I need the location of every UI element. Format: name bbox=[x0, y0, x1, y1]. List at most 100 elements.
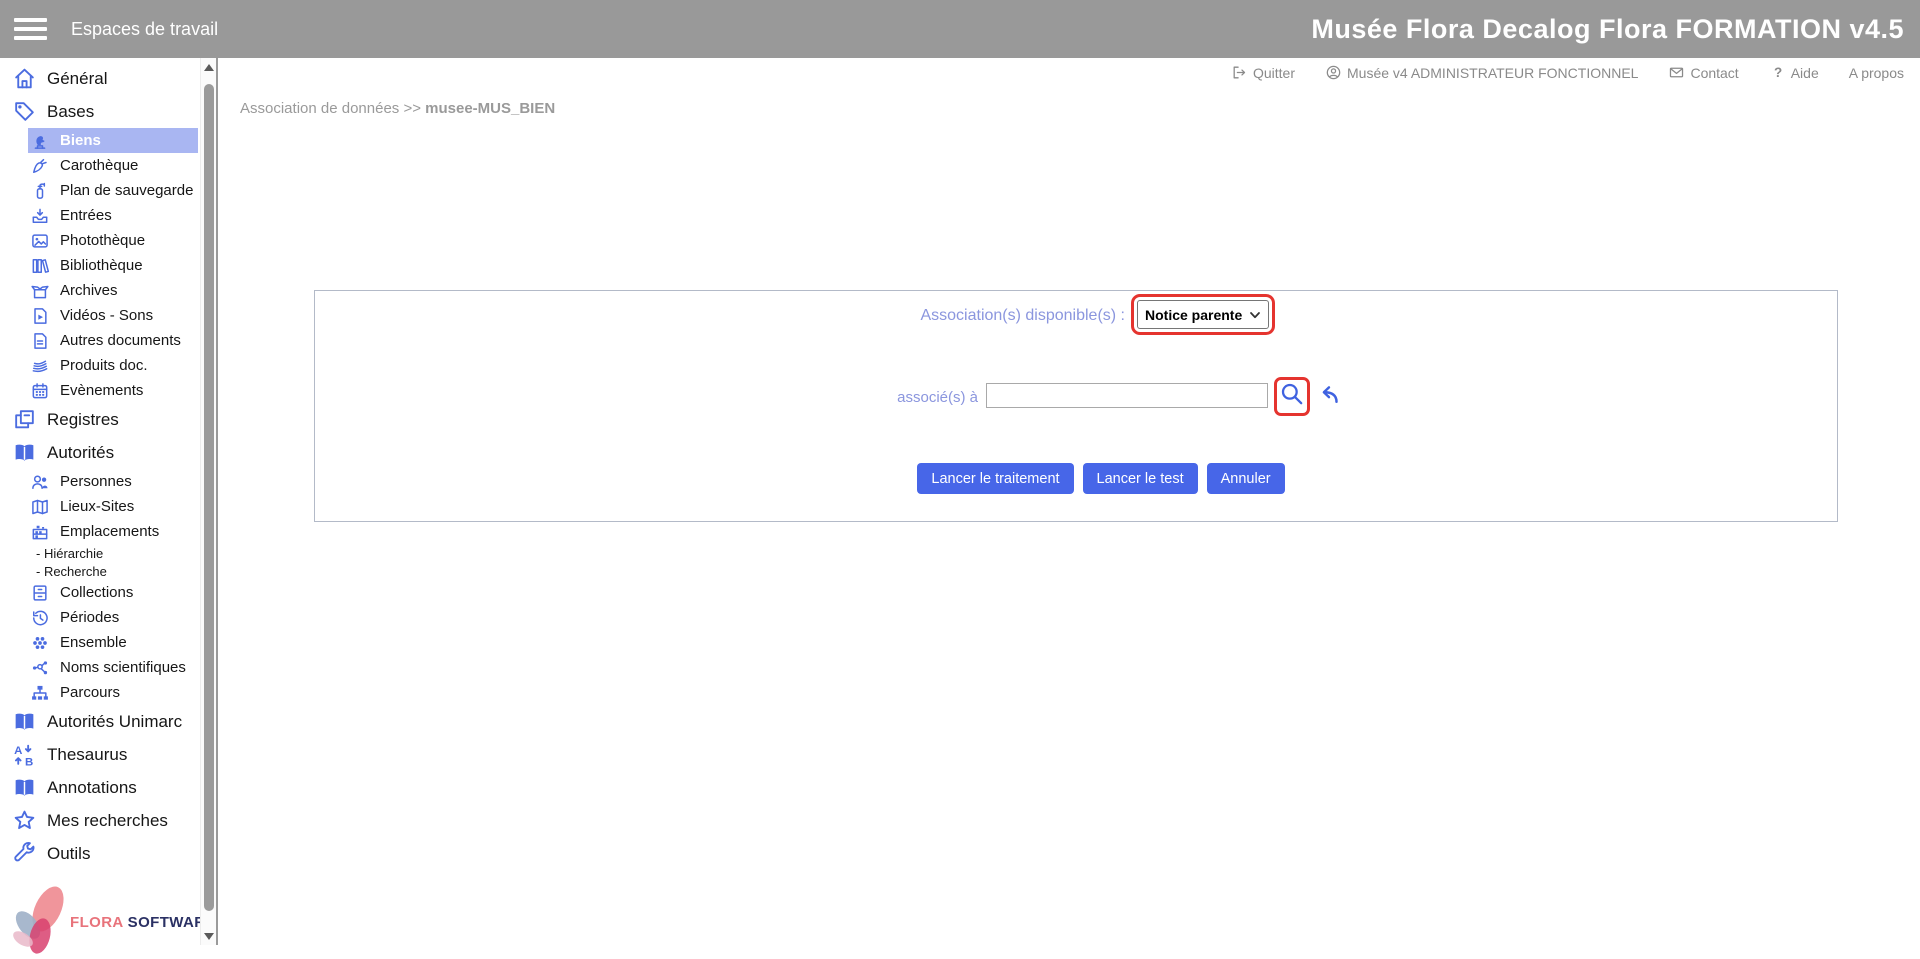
user-icon bbox=[1325, 64, 1342, 81]
form-actions: Lancer le traitement Lancer le test Annu… bbox=[340, 463, 1862, 494]
sidebar-item-label: Bases bbox=[47, 102, 94, 122]
search-icon[interactable] bbox=[1279, 381, 1305, 407]
sidebar-item-thesaurus[interactable]: AB Thesaurus bbox=[0, 738, 198, 771]
open-book-icon bbox=[12, 775, 37, 800]
calendar-icon bbox=[30, 381, 50, 401]
toolbar-link-mus-e-v4-administrateur-fonctionnel[interactable]: Musée v4 ADMINISTRATEUR FONCTIONNEL bbox=[1325, 64, 1638, 81]
toolbar-link-a-propos[interactable]: A propos bbox=[1849, 65, 1904, 81]
sidebar-item-caroth-que[interactable]: Carothèque bbox=[0, 153, 198, 178]
toolbar-link-contact[interactable]: Contact bbox=[1668, 64, 1738, 81]
sidebar-item-biblioth-que[interactable]: Bibliothèque bbox=[0, 253, 198, 278]
toolbar-link-quitter[interactable]: Quitter bbox=[1231, 64, 1295, 81]
video-icon bbox=[30, 306, 50, 326]
sidebar-item-p-riodes[interactable]: Périodes bbox=[0, 605, 198, 630]
sidebar-item-hi-rarchie[interactable]: - Hiérarchie bbox=[0, 544, 198, 562]
sculpture-icon bbox=[30, 131, 50, 151]
sidebar-item-biens[interactable]: Biens bbox=[28, 128, 198, 153]
sidebar-item-label: Parcours bbox=[60, 684, 120, 701]
sidebar-item-label: Collections bbox=[60, 584, 133, 601]
toolbar-link-label: Quitter bbox=[1253, 65, 1295, 81]
stack-icon bbox=[30, 356, 50, 376]
app-header: Espaces de travail Musée Flora Decalog F… bbox=[0, 0, 1920, 58]
toolbar-link-label: Musée v4 ADMINISTRATEUR FONCTIONNEL bbox=[1347, 65, 1638, 81]
sidebar-item-label: Plan de sauvegarde bbox=[60, 182, 193, 199]
sidebar-item-ev-nements[interactable]: Evènements bbox=[0, 378, 198, 403]
sidebar-item-label: Carothèque bbox=[60, 157, 138, 174]
breadcrumb: Association de données >> musee-MUS_BIEN bbox=[240, 100, 555, 117]
inbox-icon bbox=[30, 206, 50, 226]
scroll-up-icon[interactable] bbox=[201, 58, 217, 76]
cluster-icon bbox=[30, 633, 50, 653]
sidebar-item-label: Archives bbox=[60, 282, 118, 299]
tag-icon bbox=[12, 99, 37, 124]
help-icon: ? bbox=[1769, 64, 1786, 81]
association-type-select[interactable]: Notice parente bbox=[1137, 300, 1269, 329]
scroll-down-icon[interactable] bbox=[201, 927, 217, 945]
sidebar-item-label: Périodes bbox=[60, 609, 119, 626]
undo-icon[interactable] bbox=[1314, 381, 1341, 408]
mail-icon bbox=[1668, 64, 1685, 81]
logo-text: FLORASOFTWARE bbox=[70, 914, 216, 931]
sidebar-item-lieux-sites[interactable]: Lieux-Sites bbox=[0, 494, 198, 519]
sidebar-item-label: Général bbox=[47, 69, 107, 89]
history-icon bbox=[30, 608, 50, 628]
document-icon bbox=[30, 331, 50, 351]
sidebar-item-label: Vidéos - Sons bbox=[60, 307, 153, 324]
sidebar-item-collections[interactable]: Collections bbox=[0, 580, 198, 605]
sidebar-item-annotations[interactable]: Annotations bbox=[0, 771, 198, 804]
sidebar-item-outils[interactable]: Outils bbox=[0, 837, 198, 870]
sidebar-item-emplacements[interactable]: Emplacements bbox=[0, 519, 198, 544]
open-book-icon bbox=[12, 709, 37, 734]
sidebar-item-label: Photothèque bbox=[60, 232, 145, 249]
sidebar-item-autorit-s-unimarc[interactable]: Autorités Unimarc bbox=[0, 705, 198, 738]
sidebar-item-plan-de-sauvegarde[interactable]: Plan de sauvegarde bbox=[0, 178, 198, 203]
sidebar-item-vid-os-sons[interactable]: Vidéos - Sons bbox=[0, 303, 198, 328]
sidebar-item-bases[interactable]: Bases bbox=[0, 95, 198, 128]
sidebar-item-label: Thesaurus bbox=[47, 745, 127, 765]
association-available-label: Association(s) disponible(s) : bbox=[315, 307, 1125, 325]
home-icon bbox=[12, 66, 37, 91]
run-treatment-button[interactable]: Lancer le traitement bbox=[917, 463, 1073, 494]
sidebar-item-autorit-s[interactable]: Autorités bbox=[0, 436, 198, 469]
molecule-icon bbox=[30, 658, 50, 678]
sidebar-item-phototh-que[interactable]: Photothèque bbox=[0, 228, 198, 253]
run-test-button[interactable]: Lancer le test bbox=[1083, 463, 1198, 494]
toolbar-link-label: Aide bbox=[1791, 65, 1819, 81]
sidebar-item-label: Personnes bbox=[60, 473, 132, 490]
app-title: Musée Flora Decalog Flora FORMATION v4.5 bbox=[1311, 14, 1904, 45]
sidebar-item-parcours[interactable]: Parcours bbox=[0, 680, 198, 705]
sidebar-item-produits-doc[interactable]: Produits doc. bbox=[0, 353, 198, 378]
sidebar-item-label: Autorités Unimarc bbox=[47, 712, 182, 732]
menu-icon[interactable] bbox=[14, 13, 47, 45]
star-icon bbox=[12, 808, 37, 833]
sidebar-scrollbar[interactable] bbox=[200, 58, 216, 945]
top-links: Quitter Musée v4 ADMINISTRATEUR FONCTIONN… bbox=[1231, 64, 1904, 81]
flora-petals-icon bbox=[10, 881, 72, 959]
associated-to-input[interactable] bbox=[986, 383, 1268, 408]
sidebar-item-mes-recherches[interactable]: Mes recherches bbox=[0, 804, 198, 837]
photo-icon bbox=[30, 231, 50, 251]
sidebar-item-label: Produits doc. bbox=[60, 357, 148, 374]
breadcrumb-path: Association de données >> bbox=[240, 100, 425, 117]
sidebar-item-noms-scientifiques[interactable]: Noms scientifiques bbox=[0, 655, 198, 680]
sidebar-item-label: Lieux-Sites bbox=[60, 498, 134, 515]
sidebar-item-registres[interactable]: Registres bbox=[0, 403, 198, 436]
wrench-icon bbox=[12, 841, 37, 866]
sidebar-nav: Général Bases Biens Carothèque Plan de sauve… bbox=[0, 62, 198, 870]
thesaurus-icon: AB bbox=[12, 742, 37, 767]
workspace-label: Espaces de travail bbox=[71, 19, 218, 40]
toolbar-link-aide[interactable]: ? Aide bbox=[1769, 64, 1819, 81]
sidebar-item-autres-documents[interactable]: Autres documents bbox=[0, 328, 198, 353]
main-content: Quitter Musée v4 ADMINISTRATEUR FONCTIONN… bbox=[218, 58, 1920, 945]
sidebar-item-ensemble[interactable]: Ensemble bbox=[0, 630, 198, 655]
sidebar-item-g-n-ral[interactable]: Général bbox=[0, 62, 198, 95]
flora-logo: FLORASOFTWARE bbox=[0, 873, 200, 945]
sidebar-item-label: Autorités bbox=[47, 443, 114, 463]
sidebar-item-personnes[interactable]: Personnes bbox=[0, 469, 198, 494]
scrollbar-thumb[interactable] bbox=[204, 84, 214, 911]
sidebar-item-entr-es[interactable]: Entrées bbox=[0, 203, 198, 228]
cancel-button[interactable]: Annuler bbox=[1207, 463, 1285, 494]
sidebar-item-archives[interactable]: Archives bbox=[0, 278, 198, 303]
sidebar-item-recherche[interactable]: - Recherche bbox=[0, 562, 198, 580]
sidebar-item-label: Registres bbox=[47, 410, 119, 430]
